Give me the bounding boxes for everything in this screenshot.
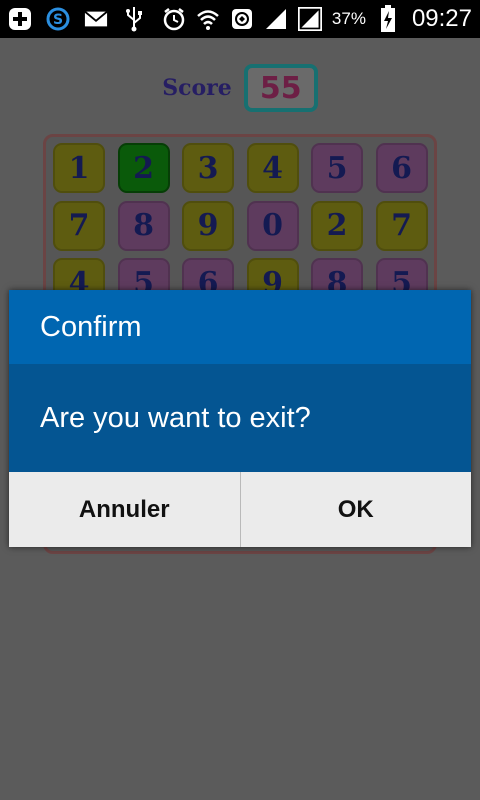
wifi-icon	[196, 7, 220, 31]
alarm-icon	[162, 7, 186, 31]
board-cell[interactable]: 1	[53, 143, 105, 193]
board-cell[interactable]: 7	[53, 200, 105, 251]
dialog-message: Are you want to exit?	[9, 364, 471, 472]
status-bar: S 37% 09:27	[0, 0, 480, 38]
board-cell[interactable]: 8	[117, 200, 170, 251]
board-cell[interactable]: 9	[182, 200, 234, 251]
battery-percent: 37%	[331, 9, 366, 28]
battery-charging-icon	[376, 5, 400, 32]
signal-full-icon	[297, 7, 322, 31]
add-icon	[8, 7, 32, 31]
status-system: 37% 09:27	[162, 5, 472, 33]
mail-icon	[84, 7, 108, 31]
confirm-dialog: Confirm Are you want to exit? Annuler OK	[9, 290, 471, 547]
score-label: Score	[162, 75, 232, 101]
status-notifications: S	[8, 7, 146, 32]
board-cell[interactable]: 4	[246, 143, 299, 193]
score-row: Score 55	[0, 62, 480, 114]
ok-button[interactable]: OK	[239, 472, 471, 547]
signal-icon	[264, 7, 288, 31]
board-cell[interactable]: 2	[117, 143, 170, 193]
nfc-icon	[230, 7, 254, 31]
skype-icon: S	[46, 7, 70, 31]
board-cell[interactable]: 0	[246, 200, 299, 251]
score-value: 55	[243, 64, 318, 112]
dialog-buttons: Annuler OK	[9, 472, 471, 547]
svg-text:S: S	[53, 12, 63, 28]
cancel-button[interactable]: Annuler	[9, 472, 240, 547]
clock: 09:27	[411, 5, 472, 32]
dialog-title: Confirm	[9, 290, 471, 364]
board-cell[interactable]: 3	[182, 143, 234, 193]
board-cell[interactable]: 5	[311, 143, 363, 193]
board-cell[interactable]: 6	[375, 143, 428, 193]
board-cell[interactable]: 2	[311, 200, 363, 251]
usb-icon	[122, 7, 146, 32]
board-cell[interactable]: 7	[375, 200, 428, 251]
